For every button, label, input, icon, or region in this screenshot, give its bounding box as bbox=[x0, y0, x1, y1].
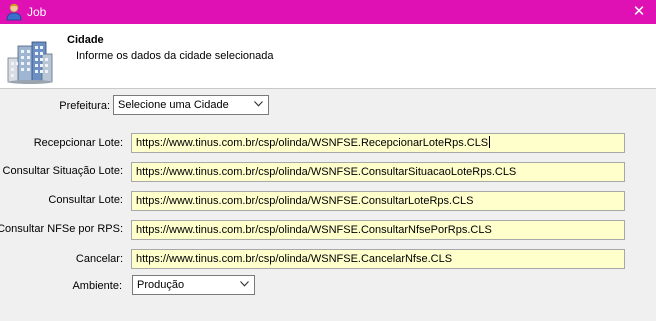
chevron-down-icon bbox=[240, 281, 249, 287]
consultar-nfse-por-rps-field[interactable]: https://www.tinus.com.br/csp/olinda/WSNF… bbox=[131, 220, 625, 240]
cancelar-value: https://www.tinus.com.br/csp/olinda/WSNF… bbox=[136, 253, 453, 265]
close-button[interactable]: ✕ bbox=[622, 0, 656, 24]
ambiente-selected-value: Produção bbox=[137, 279, 185, 291]
recepcionar-lote-label: Recepcionar Lote: bbox=[33, 137, 123, 149]
recepcionar-lote-field[interactable]: https://www.tinus.com.br/csp/olinda/WSNF… bbox=[131, 133, 625, 153]
window-title: Job bbox=[27, 5, 47, 19]
ambiente-label: Ambiente: bbox=[72, 280, 122, 292]
consultar-nfse-por-rps-value: https://www.tinus.com.br/csp/olinda/WSNF… bbox=[136, 224, 492, 236]
user-icon bbox=[6, 3, 22, 21]
title-bar: Job ✕ bbox=[0, 0, 656, 24]
consultar-situacao-lote-field[interactable]: https://www.tinus.com.br/csp/olinda/WSNF… bbox=[131, 162, 625, 182]
consultar-nfse-por-rps-label: Consultar NFSe por RPS: bbox=[0, 223, 123, 235]
consultar-situacao-lote-label: Consultar Situação Lote: bbox=[2, 165, 123, 177]
header-subtitle: Informe os dados da cidade selecionada bbox=[76, 50, 274, 62]
prefeitura-label: Prefeitura: bbox=[59, 100, 110, 112]
buildings-icon bbox=[6, 40, 54, 87]
header-panel: Cidade Informe os dados da cidade seleci… bbox=[0, 24, 656, 88]
header-title: Cidade bbox=[67, 34, 104, 46]
prefeitura-selected-value: Selecione uma Cidade bbox=[118, 99, 229, 111]
prefeitura-select[interactable]: Selecione uma Cidade bbox=[113, 95, 269, 115]
ambiente-select[interactable]: Produção bbox=[132, 275, 255, 295]
chevron-down-icon bbox=[254, 101, 263, 107]
consultar-lote-field[interactable]: https://www.tinus.com.br/csp/olinda/WSNF… bbox=[131, 191, 625, 211]
consultar-lote-value: https://www.tinus.com.br/csp/olinda/WSNF… bbox=[136, 195, 474, 207]
consultar-situacao-lote-value: https://www.tinus.com.br/csp/olinda/WSNF… bbox=[136, 166, 517, 178]
cancelar-label: Cancelar: bbox=[75, 253, 123, 265]
text-caret bbox=[489, 136, 491, 148]
cancelar-field[interactable]: https://www.tinus.com.br/csp/olinda/WSNF… bbox=[131, 249, 625, 269]
header-divider bbox=[0, 88, 656, 89]
consultar-lote-label: Consultar Lote: bbox=[48, 194, 123, 206]
recepcionar-lote-value: https://www.tinus.com.br/csp/olinda/WSNF… bbox=[136, 137, 489, 149]
